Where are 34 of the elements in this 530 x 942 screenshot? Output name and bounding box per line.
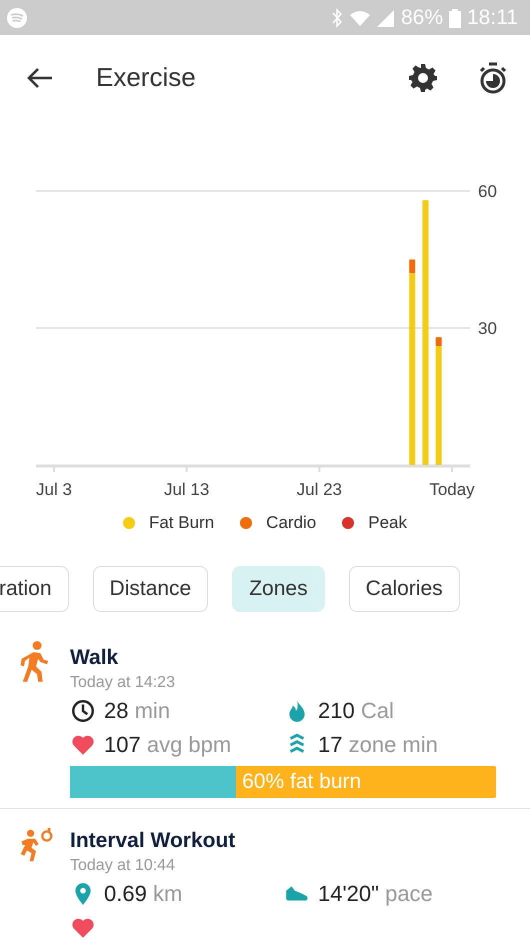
stat-value: 28 min: [104, 698, 170, 724]
workout-name: Interval Workout: [70, 829, 236, 853]
signal-icon: [376, 8, 395, 26]
stat-value: 14'20" pace: [318, 881, 433, 907]
stat-value: 107 avg bpm: [104, 732, 232, 758]
settings-button[interactable]: [408, 62, 438, 92]
x-axis-label: Today: [429, 480, 475, 499]
battery-icon: [449, 8, 461, 28]
y-axis-label: 30: [478, 319, 497, 338]
x-axis-label: Jul 13: [164, 480, 210, 499]
legend-label: Cardio: [266, 513, 316, 533]
stat-value: 0.69 km: [104, 881, 182, 907]
wifi-icon: [348, 8, 371, 26]
bluetooth-icon: [330, 8, 343, 28]
x-axis-label: Jul 23: [296, 480, 342, 499]
tab[interactable]: Distance: [92, 566, 208, 612]
stat-value: 210 Cal: [318, 698, 394, 724]
legend-label: Fat Burn: [148, 513, 214, 533]
music-app-icon: [6, 6, 28, 28]
legend-label: Peak: [368, 513, 408, 533]
y-axis-label: 60: [478, 182, 497, 201]
stopwatch-button[interactable]: [478, 62, 508, 94]
workout-time: Today at 14:23: [70, 674, 176, 692]
x-axis-label: Jul 3: [36, 480, 72, 499]
stat-value: 17 zone min: [318, 732, 438, 758]
tab[interactable]: Calories: [348, 566, 460, 612]
tab[interactable]: ration: [0, 566, 69, 612]
clock-icon: [70, 698, 96, 724]
back-button[interactable]: [26, 66, 54, 90]
tab[interactable]: Zones: [232, 566, 325, 612]
page-title: Exercise: [96, 62, 197, 93]
zone-bar-label: 60% fat burn: [242, 770, 362, 794]
workout-time: Today at 10:44: [70, 857, 176, 875]
workout-name: Walk: [70, 646, 120, 670]
